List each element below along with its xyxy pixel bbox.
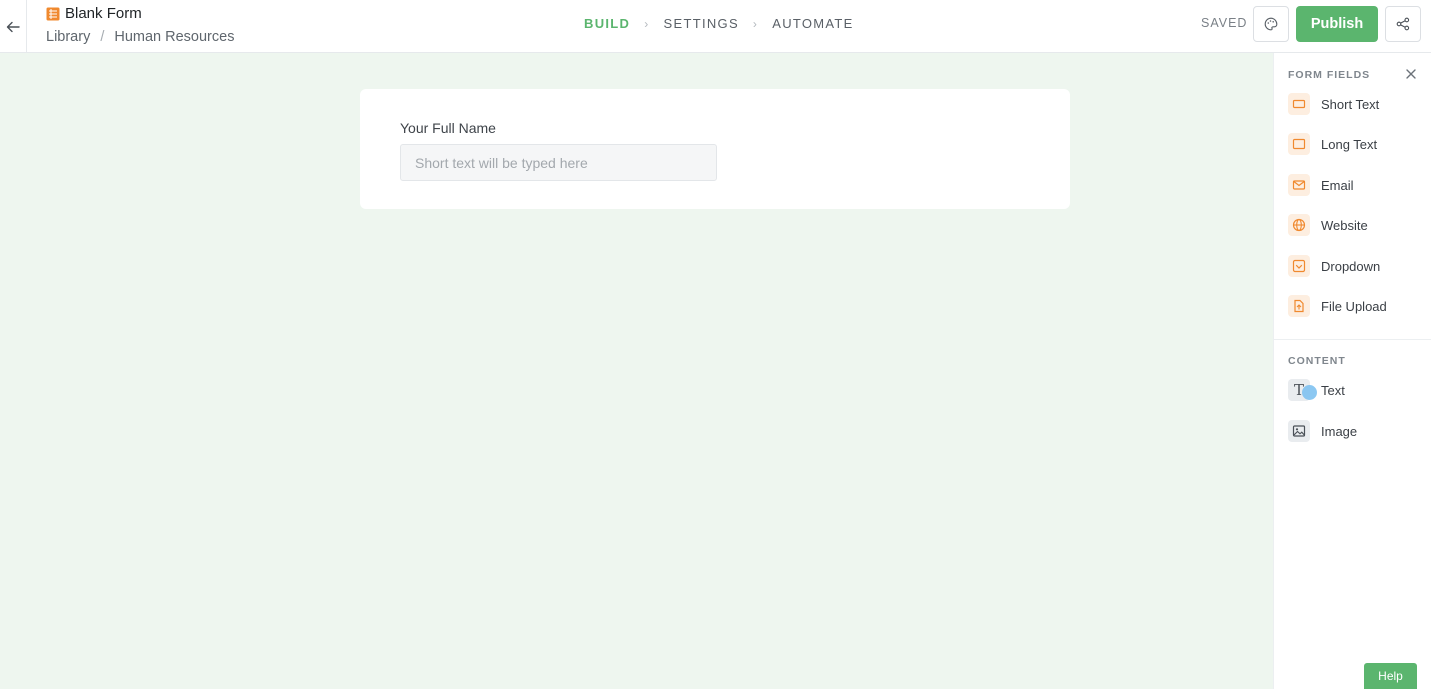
form-fields-heading: FORM FIELDS xyxy=(1288,69,1371,81)
fields-panel: FORM FIELDS Short Text Long Text Email W… xyxy=(1273,53,1431,689)
arrow-left-icon xyxy=(6,21,20,32)
form-card[interactable]: Your Full Name Short text will be typed … xyxy=(360,89,1070,209)
dropdown-icon xyxy=(1288,255,1310,277)
field-type-email[interactable]: Email xyxy=(1288,170,1428,200)
short-text-field[interactable]: Short text will be typed here xyxy=(400,144,717,181)
email-icon xyxy=(1288,174,1310,196)
form-title[interactable]: Blank Form xyxy=(65,5,142,22)
back-button[interactable] xyxy=(0,0,27,53)
step-automate[interactable]: AUTOMATE xyxy=(772,16,853,31)
long-text-icon xyxy=(1288,133,1310,155)
form-title-row: Blank Form xyxy=(46,5,142,22)
field-type-label: File Upload xyxy=(1321,298,1387,314)
field-type-label: Short Text xyxy=(1321,96,1380,112)
breadcrumb-library[interactable]: Library xyxy=(46,29,90,45)
field-type-label: Website xyxy=(1321,217,1368,233)
step-build[interactable]: BUILD xyxy=(584,16,630,31)
pointer-highlight xyxy=(1302,385,1317,400)
field-type-dropdown[interactable]: Dropdown xyxy=(1288,251,1428,281)
step-nav: BUILD › SETTINGS › AUTOMATE xyxy=(584,16,854,31)
step-settings[interactable]: SETTINGS xyxy=(664,16,739,31)
chevron-right-icon: › xyxy=(644,16,650,31)
breadcrumb-separator: / xyxy=(100,29,105,45)
help-button[interactable]: Help xyxy=(1364,663,1417,689)
close-icon[interactable] xyxy=(1404,67,1418,81)
form-canvas: Your Full Name Short text will be typed … xyxy=(0,53,1273,689)
image-icon xyxy=(1288,420,1310,442)
publish-button[interactable]: Publish xyxy=(1296,6,1378,42)
field-type-label: Email xyxy=(1321,177,1354,193)
content-heading: CONTENT xyxy=(1288,355,1346,367)
file-upload-icon xyxy=(1288,295,1310,317)
content-type-image[interactable]: Image xyxy=(1288,416,1428,446)
share-icon xyxy=(1396,17,1410,31)
chevron-right-icon: › xyxy=(752,16,759,31)
panel-divider xyxy=(1274,339,1431,340)
theme-button[interactable] xyxy=(1253,6,1289,42)
save-status: SAVED xyxy=(1201,16,1248,30)
content-type-label: Image xyxy=(1321,423,1358,439)
field-label[interactable]: Your Full Name xyxy=(400,120,496,136)
field-type-short-text[interactable]: Short Text xyxy=(1288,89,1428,119)
field-type-label: Dropdown xyxy=(1321,258,1381,274)
share-button[interactable] xyxy=(1385,6,1421,42)
field-type-label: Long Text xyxy=(1321,136,1378,152)
breadcrumb: Library / Human Resources xyxy=(46,29,234,45)
top-bar: Blank Form Library / Human Resources BUI… xyxy=(0,0,1431,53)
palette-icon xyxy=(1264,17,1278,31)
field-type-file-upload[interactable]: File Upload xyxy=(1288,291,1428,321)
form-grid-icon xyxy=(46,7,60,21)
field-type-website[interactable]: Website xyxy=(1288,210,1428,240)
content-type-label: Text xyxy=(1321,382,1345,398)
breadcrumb-human-resources[interactable]: Human Resources xyxy=(114,29,234,45)
globe-icon xyxy=(1288,214,1310,236)
field-type-long-text[interactable]: Long Text xyxy=(1288,129,1428,159)
short-text-icon xyxy=(1288,93,1310,115)
